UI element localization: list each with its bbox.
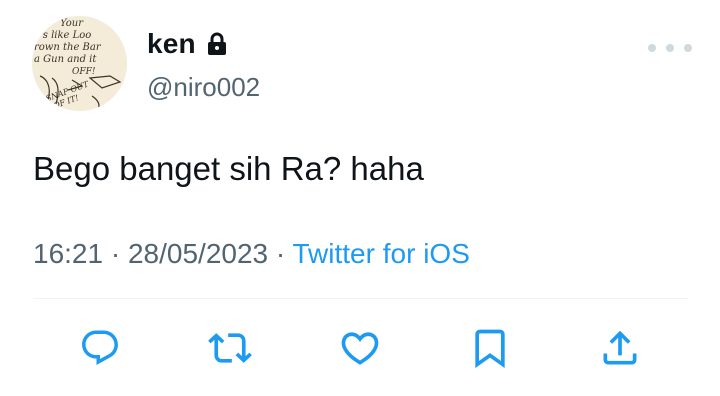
avatar-text-4: a Gun and it <box>34 54 97 65</box>
more-icon[interactable] <box>648 36 692 60</box>
retweet-icon[interactable] <box>202 320 258 376</box>
avatar-text-2: t's like Loo <box>36 30 91 41</box>
divider <box>33 298 688 299</box>
meta-separator: · <box>275 238 286 269</box>
tweet-source[interactable]: Twitter for iOS <box>293 238 470 269</box>
share-icon[interactable] <box>592 320 648 376</box>
tweet-text: Bego banget sih Ra? haha <box>33 150 424 187</box>
avatar-text-3: rown the Bar <box>34 42 102 53</box>
lock-icon <box>206 32 228 56</box>
tweet-date[interactable]: 28/05/2023 <box>128 238 268 269</box>
action-bar <box>0 320 720 376</box>
tweet-time[interactable]: 16:21 <box>33 238 103 269</box>
avatar[interactable]: Your t's like Loo rown the Bar a Gun and… <box>32 16 127 111</box>
user-handle[interactable]: @niro002 <box>147 72 260 103</box>
avatar-image: Your t's like Loo rown the Bar a Gun and… <box>32 16 127 111</box>
heart-icon[interactable] <box>332 320 388 376</box>
display-name-text: ken <box>147 28 196 59</box>
more-dot <box>684 44 692 52</box>
reply-icon[interactable] <box>72 320 128 376</box>
meta-separator: · <box>110 238 121 269</box>
display-name[interactable]: ken <box>147 28 228 60</box>
more-dot <box>666 44 674 52</box>
more-dot <box>648 44 656 52</box>
avatar-text-1: Your <box>60 18 84 29</box>
tweet-meta: 16:21 · 28/05/2023 · Twitter for iOS <box>33 238 470 270</box>
avatar-text-5: OFF! <box>72 67 96 77</box>
bookmark-icon[interactable] <box>462 320 518 376</box>
